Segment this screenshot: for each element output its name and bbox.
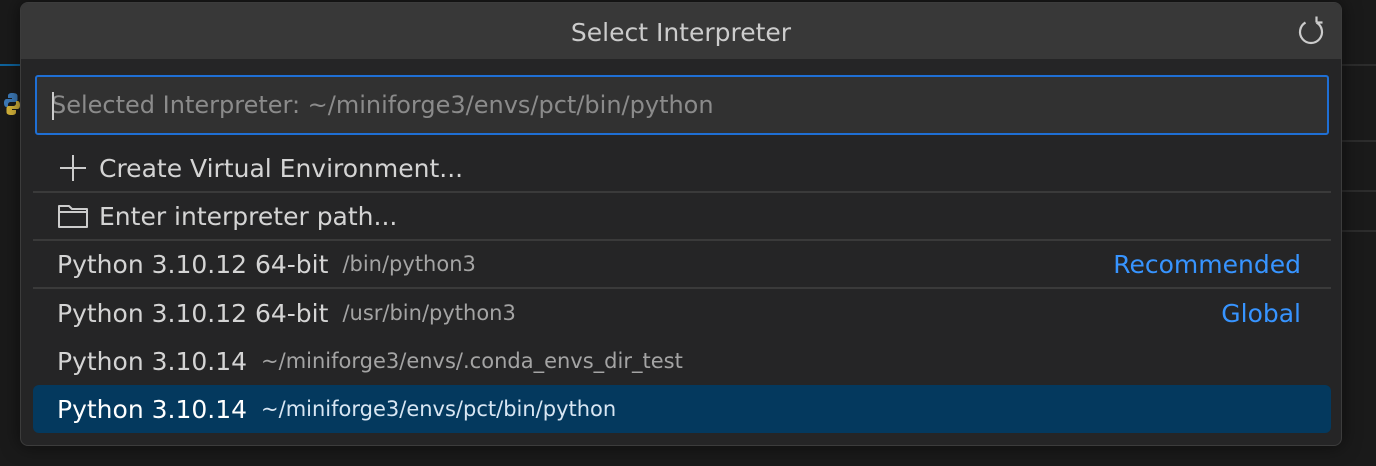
interpreter-item-selected[interactable]: Python 3.10.14 ~/miniforge3/envs/pct/bin… [33,385,1331,433]
interpreter-name: Python 3.10.12 64-bit [57,249,329,279]
create-venv-label: Create Virtual Environment... [99,153,464,183]
enter-path-label: Enter interpreter path... [99,201,398,231]
select-interpreter-quickpick: Select Interpreter Create Virtual Enviro… [20,2,1342,446]
folder-icon [58,205,88,228]
interpreter-list: Create Virtual Environment... Enter inte… [33,145,1331,433]
interpreter-search-input[interactable] [37,77,1327,133]
interpreter-path: ~/miniforge3/envs/.conda_envs_dir_test [261,349,683,373]
interpreter-item-global[interactable]: Python 3.10.12 64-bit /usr/bin/python3 G… [33,289,1331,337]
tab-bar-divider [1340,64,1376,66]
interpreter-search-field[interactable] [35,75,1329,135]
interpreter-name: Python 3.10.12 64-bit [57,298,329,328]
python-icon [4,93,20,115]
panel-divider [1340,230,1376,232]
plus-icon [60,155,86,181]
create-venv-item[interactable]: Create Virtual Environment... [33,145,1331,193]
refresh-icon[interactable] [1295,15,1327,49]
interpreter-path: ~/miniforge3/envs/pct/bin/python [261,397,617,421]
interpreter-name: Python 3.10.14 [57,346,248,376]
panel-divider [1340,190,1376,192]
quickpick-title: Select Interpreter [570,18,792,47]
interpreter-name: Python 3.10.14 [57,394,248,424]
interpreter-path: /bin/python3 [342,252,476,276]
panel-divider [1340,140,1376,142]
global-badge: Global [1221,298,1301,328]
interpreter-item-recommended[interactable]: Python 3.10.12 64-bit /bin/python3 Recom… [33,241,1331,289]
active-tab-indicator [0,64,22,66]
enter-path-item[interactable]: Enter interpreter path... [33,193,1331,241]
interpreter-item-conda-test[interactable]: Python 3.10.14 ~/miniforge3/envs/.conda_… [33,337,1331,385]
text-caret [52,92,54,120]
interpreter-path: /usr/bin/python3 [342,301,516,325]
recommended-badge: Recommended [1113,249,1301,279]
